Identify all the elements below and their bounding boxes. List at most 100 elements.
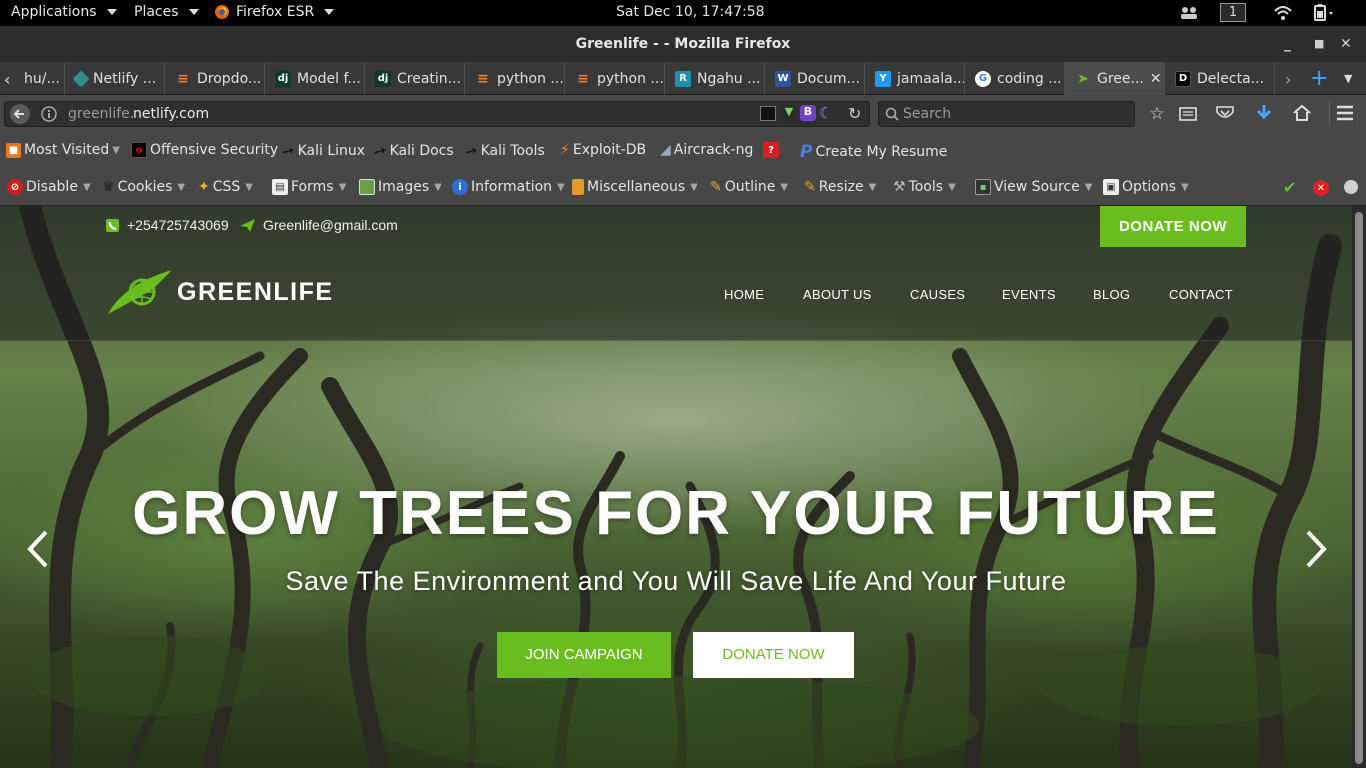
reload-icon[interactable]: ↻ (848, 104, 861, 123)
dev-outline[interactable]: ✎ Outline ▼ (710, 179, 788, 195)
bookmarks-toolbar: ■ Most Visited ▼ o Offensive Security ➚ … (0, 132, 1366, 169)
tab-4[interactable]: dj Creatin... (365, 62, 465, 95)
tab-1[interactable]: Netlify ... (65, 62, 165, 95)
home-icon[interactable] (1293, 104, 1311, 122)
places-menu[interactable]: Places (134, 4, 199, 20)
clock[interactable]: Sat Dec 10, 17:47:58 (616, 4, 765, 20)
bookmark-most-visited[interactable]: ■ Most Visited ▼ (6, 142, 120, 158)
back-icon[interactable] (8, 103, 32, 125)
bootstrap-icon[interactable]: B (800, 105, 816, 121)
bookmark-create-my-resume[interactable]: P Create My Resume (800, 142, 947, 162)
nav-contact[interactable]: CONTACT (1169, 287, 1233, 302)
donate-now-top-button[interactable]: DONATE NOW (1100, 206, 1246, 247)
scrollbar-thumb[interactable] (1355, 212, 1363, 764)
reading-list-icon[interactable] (1179, 105, 1197, 121)
bookmark-label: Exploit-DB (572, 142, 647, 158)
dev-resize[interactable]: ✎ Resize ▼ (804, 179, 876, 195)
tab-9[interactable]: Y jamaala... (865, 62, 965, 95)
app-menu[interactable]: Firefox ESR (214, 4, 335, 20)
bookmark-label: Kali Tools (480, 143, 545, 159)
tab-5[interactable]: ≡ python ... (465, 62, 565, 95)
logo-text[interactable]: GREENLIFE (177, 278, 334, 307)
chevron-down-icon: ▼ (1084, 181, 1093, 193)
nav-blog[interactable]: BLOG (1093, 287, 1130, 302)
pocket-icon[interactable] (1216, 105, 1234, 121)
bookmark-label: Create My Resume (815, 144, 948, 160)
site-info-icon[interactable] (41, 106, 57, 122)
close-icon[interactable]: ✕ (1340, 26, 1352, 62)
downloads-icon[interactable] (1255, 104, 1273, 122)
phone-contact[interactable]: +254725743069 (106, 217, 229, 233)
tabs-scroll-left-icon[interactable]: ‹ (4, 70, 10, 89)
dev-view-source[interactable]: ▪ View Source ▼ (975, 179, 1092, 195)
maximize-icon[interactable]: ■ (1314, 26, 1324, 62)
tab-11-active[interactable]: ➤ Gree... ✕ (1065, 62, 1165, 95)
bookmark-label: Offensive Security (150, 142, 279, 158)
validation-ok-icon[interactable]: ✔ (1283, 178, 1296, 197)
nav-causes[interactable]: CAUSES (910, 287, 965, 302)
page-scrollbar[interactable] (1352, 206, 1366, 768)
tab-10[interactable]: G coding ... (965, 62, 1065, 95)
wappalyzer-icon[interactable]: ▼ (781, 105, 797, 121)
new-tab-icon[interactable]: + (1310, 66, 1328, 91)
tab-7[interactable]: R Ngahu ... (665, 62, 765, 95)
tab-2[interactable]: ≡ Dropdo... (165, 62, 265, 95)
dev-miscellaneous[interactable]: Miscellaneous ▼ (572, 179, 698, 195)
search-input[interactable]: Search (878, 101, 1135, 127)
bookmark-help[interactable]: ? (763, 142, 779, 158)
word-icon: W (775, 70, 791, 87)
dev-images[interactable]: Images ▼ (359, 179, 442, 195)
moon-icon[interactable]: ☾ (819, 104, 832, 122)
chevron-down-icon (324, 9, 335, 15)
tab-list-icon[interactable]: ▼ (1344, 72, 1352, 85)
y-icon: Y (875, 70, 891, 87)
status-dot-icon[interactable] (1344, 180, 1358, 194)
dev-disable[interactable]: ⊘ Disable ▼ (7, 179, 91, 195)
bookmark-aircrack-ng[interactable]: ◢ Aircrack-ng (660, 142, 753, 158)
tabs-scroll-right-icon[interactable]: › (1285, 70, 1291, 89)
outline-pencil-icon: ✎ (710, 179, 722, 195)
tab-3[interactable]: dj Model f... (265, 62, 365, 95)
d-icon: D (1175, 70, 1191, 87)
email-contact[interactable]: Greenlife@gmail.com (240, 217, 398, 233)
minimize-icon[interactable]: _ (1284, 26, 1291, 62)
tab-label: Netlify ... (93, 70, 157, 87)
close-tab-icon[interactable]: ✕ (1150, 71, 1162, 87)
users-icon[interactable] (1180, 6, 1198, 20)
slider-prev-icon[interactable] (24, 529, 54, 569)
url-bar[interactable]: greenlife. netlify.com ▼ B ☾ ↻ (4, 101, 870, 127)
hamburger-menu-icon[interactable] (1336, 105, 1354, 121)
screenshot-addon-icon[interactable] (760, 106, 776, 121)
dev-forms[interactable]: ▤ Forms ▼ (272, 179, 346, 195)
bookmark-exploit-db[interactable]: ⚡ Exploit-DB (560, 142, 646, 158)
nav-about-us[interactable]: ABOUT US (803, 287, 872, 302)
tab-label: jamaala... (897, 70, 965, 87)
dev-tools[interactable]: ⚒ Tools ▼ (893, 179, 956, 195)
tab-0[interactable]: hu/... (14, 62, 65, 95)
dev-css[interactable]: ✦ CSS ▼ (198, 179, 253, 195)
system-menu-icon[interactable] (1314, 4, 1336, 22)
wifi-icon[interactable] (1274, 5, 1292, 21)
bookmark-offensive-security[interactable]: o Offensive Security (131, 142, 278, 158)
nav-home[interactable]: HOME (724, 287, 764, 302)
tab-6[interactable]: ≡ python ... (565, 62, 665, 95)
dev-cookies[interactable]: ♛ Cookies ▼ (102, 179, 185, 195)
bookmark-star-icon[interactable]: ☆ (1147, 104, 1167, 124)
donate-now-button[interactable]: DONATE NOW (693, 632, 854, 678)
greenlife-logo-icon[interactable] (106, 268, 174, 316)
tab-12[interactable]: D Delecta... (1165, 62, 1275, 95)
dev-label: Cookies (117, 179, 173, 195)
slider-next-icon[interactable] (1300, 529, 1330, 569)
bookmark-kali-docs[interactable]: ➚ Kali Docs (370, 140, 453, 162)
error-icon[interactable]: ✕ (1313, 180, 1329, 196)
applications-menu[interactable]: Applications (11, 4, 117, 20)
chevron-down-icon: ▼ (948, 181, 956, 193)
workspace-indicator[interactable]: 1 (1220, 3, 1246, 22)
dev-information[interactable]: i Information ▼ (452, 179, 565, 195)
bookmark-kali-linux[interactable]: ➚ Kali Linux (278, 140, 365, 162)
bookmark-kali-tools[interactable]: ➚ Kali Tools (461, 140, 545, 162)
tab-8[interactable]: W Docum... (765, 62, 865, 95)
nav-events[interactable]: EVENTS (1002, 287, 1056, 302)
dev-options[interactable]: ▣ Options ▼ (1103, 179, 1189, 195)
join-campaign-button[interactable]: JOIN CAMPAIGN (497, 632, 671, 678)
